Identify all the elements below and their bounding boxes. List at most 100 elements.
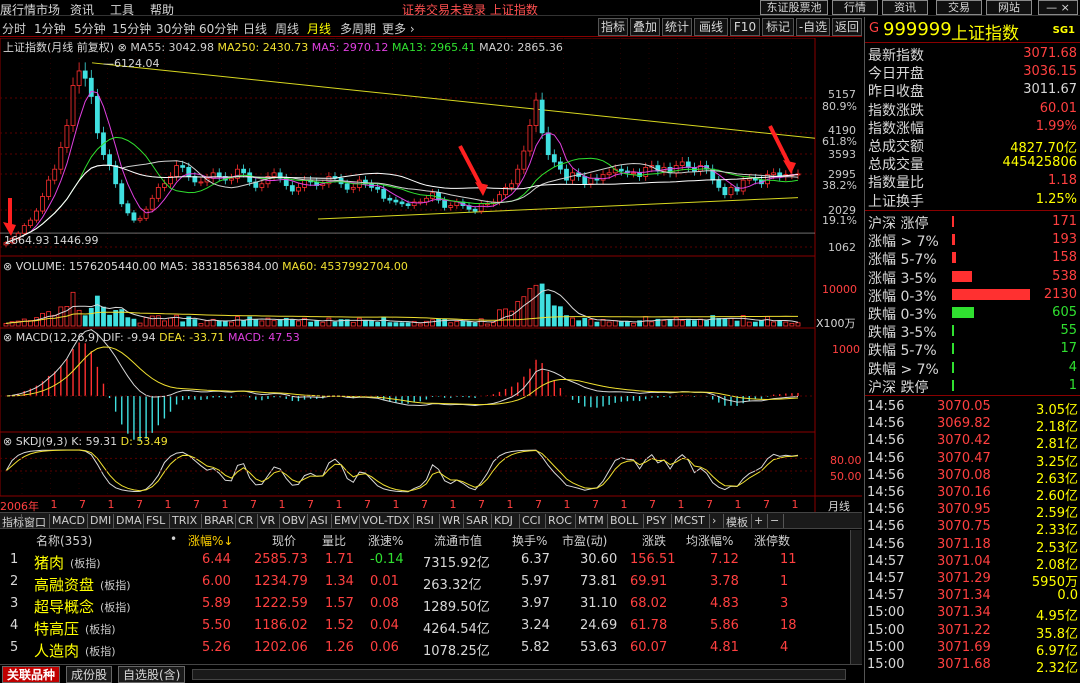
draw-line-button[interactable]: 画线	[694, 18, 728, 36]
tab-more[interactable]: 更多 ›	[382, 20, 415, 37]
indicator-tab-15[interactable]: WR	[442, 514, 461, 527]
col-volratio[interactable]: 量比	[322, 532, 346, 549]
indicator-tab-19[interactable]: ROC	[548, 514, 572, 527]
stock-pool-button[interactable]: 东证股票池	[760, 0, 828, 15]
indicator-tab-8[interactable]: CR	[238, 514, 253, 527]
indicator-tab-1[interactable]: 窗口	[24, 514, 46, 530]
high-value: 6124.04	[114, 57, 160, 70]
tab-5min[interactable]: 5分钟	[74, 20, 106, 37]
indicator-button[interactable]: 指标	[598, 18, 628, 36]
tab-watchlist[interactable]: 自选股(含)	[118, 666, 186, 683]
col-turnover[interactable]: 换手%	[512, 532, 547, 549]
tab-30min[interactable]: 30分钟	[156, 20, 195, 37]
watchlist-button[interactable]: -自选	[796, 18, 830, 36]
news-button[interactable]: 资讯	[882, 0, 928, 15]
table-row[interactable]: 1 猪肉 (板指) 6.44 2585.73 1.71 -0.14 7315.92亿 6.37 3…	[0, 550, 862, 572]
table-scrollbar[interactable]	[850, 530, 862, 664]
indicator-tab-14[interactable]: RSI	[416, 514, 434, 527]
indicator-tab-27[interactable]: −	[770, 514, 779, 527]
col-cap[interactable]: 流通市值	[434, 532, 482, 549]
mark-button[interactable]: 标记	[762, 18, 794, 36]
indicator-tab-5[interactable]: FSL	[146, 514, 165, 527]
tab-multi-period[interactable]: 多周期	[340, 20, 376, 37]
indicator-tab-23[interactable]: MCST	[674, 514, 705, 527]
candle-body	[46, 179, 52, 197]
macd-icon[interactable]: ⊗	[3, 331, 12, 344]
stats-button[interactable]: 统计	[662, 18, 692, 36]
cell-sub-wrap: (板指)	[79, 621, 116, 637]
tab-monthly[interactable]: 月线	[307, 20, 331, 37]
tab-separator	[201, 514, 202, 528]
indicator-tab-10[interactable]: OBV	[282, 514, 305, 527]
x-tick: 1	[620, 498, 628, 511]
tab-timeshare[interactable]: 分时	[2, 20, 26, 37]
col-name[interactable]: 名称(353)	[36, 532, 92, 549]
candle-body	[448, 205, 454, 208]
website-button[interactable]: 网站	[986, 0, 1032, 15]
indicator-tab-17[interactable]: KDJ	[494, 514, 513, 527]
horizontal-scrollbar[interactable]	[192, 669, 846, 680]
menu-tools[interactable]: 工具	[110, 1, 134, 18]
indicator-tab-18[interactable]: CCI	[522, 514, 541, 527]
menu-market[interactable]: 展行情市场	[0, 1, 60, 18]
skdj-icon[interactable]: ⊗	[3, 435, 12, 448]
indicator-tab-2[interactable]: MACD	[52, 514, 85, 527]
table-row[interactable]: 4 特高压 (板指) 5.50 1186.02 1.52 0.04 4264.54亿 3.24 2…	[0, 616, 862, 638]
col-limitup[interactable]: 涨停数	[754, 532, 790, 549]
overlay-button[interactable]: 叠加	[630, 18, 660, 36]
candle-body	[478, 203, 484, 212]
tab-weekly[interactable]: 周线	[275, 20, 299, 37]
col-diff[interactable]: 涨跌	[642, 532, 666, 549]
chart-options-icon[interactable]: ⊗	[118, 41, 127, 54]
indicator-tab-3[interactable]: DMI	[90, 514, 111, 527]
tab-daily[interactable]: 日线	[243, 20, 267, 37]
f10-button[interactable]: F10	[730, 18, 760, 36]
candle-body	[186, 166, 192, 177]
tab-components[interactable]: 成份股	[66, 666, 113, 683]
trade-button[interactable]: 交易	[936, 0, 982, 15]
volume-icon[interactable]: ⊗	[3, 260, 12, 273]
indicator-tab-25[interactable]: 模板	[726, 514, 748, 530]
indicator-tab-24[interactable]: ›	[712, 514, 716, 527]
volume-bar	[155, 315, 161, 327]
tab-15min[interactable]: 15分钟	[112, 20, 151, 37]
macd-legend: ⊗ MACD(12,26,9) DIF: -9.94 DEA: -33.71 M…	[3, 331, 300, 344]
menu-news[interactable]: 资讯	[70, 1, 94, 18]
cell-price: 1222.59	[254, 596, 308, 611]
tab-60min[interactable]: 60分钟	[199, 20, 238, 37]
col-avg[interactable]: 均涨幅%	[686, 532, 733, 549]
arrow-head-1	[475, 182, 488, 196]
indicator-tab-16[interactable]: SAR	[466, 514, 488, 527]
indicator-tab-22[interactable]: PSY	[646, 514, 666, 527]
tick-price: 3070.16	[937, 485, 991, 500]
menu-help[interactable]: 帮助	[150, 1, 174, 18]
tab-1min[interactable]: 1分钟	[34, 20, 66, 37]
window-controls[interactable]: — ×	[1038, 0, 1078, 15]
indicator-tab-26[interactable]: +	[754, 514, 763, 527]
tick-time: 14:57	[867, 553, 905, 569]
indicator-tab-4[interactable]: DMA	[116, 514, 142, 527]
volume-bar	[734, 320, 740, 327]
col-speed[interactable]: 涨速%	[368, 532, 403, 549]
indicator-tab-13[interactable]: VOL-TDX	[362, 514, 410, 527]
col-price[interactable]: 现价	[272, 532, 296, 549]
indicator-tab-11[interactable]: ASI	[310, 514, 328, 527]
tab-related[interactable]: 关联品种	[2, 666, 61, 683]
tab-separator	[491, 514, 492, 528]
quote-button[interactable]: 行情	[832, 0, 878, 15]
table-row[interactable]: 3 超导概念 (板指) 5.89 1222.59 1.57 0.08 1289.50亿 3.97…	[0, 594, 862, 616]
indicator-tab-9[interactable]: VR	[260, 514, 275, 527]
indicator-tab-20[interactable]: MTM	[578, 514, 604, 527]
candle-body	[618, 168, 624, 172]
indicator-tab-12[interactable]: EMV	[334, 514, 358, 527]
col-change[interactable]: 涨幅%↓	[188, 532, 233, 549]
chart-area[interactable]: 上证指数(月线 前复权) ⊗ MA55: 3042.98 MA250: 2430…	[0, 38, 862, 513]
table-row[interactable]: 5 人造肉 (板指) 5.26 1202.06 1.26 0.06 1078.25亿 5.82 5…	[0, 638, 862, 660]
table-row[interactable]: 2 高融资盘 (板指) 6.00 1234.79 1.34 0.01 263.32亿 5.97 7…	[0, 572, 862, 594]
indicator-tab-7[interactable]: BRAR	[204, 514, 234, 527]
indicator-tab-6[interactable]: TRIX	[172, 514, 197, 527]
quote-header: G 999999 上证指数 SG1	[865, 17, 1080, 44]
indicator-tab-21[interactable]: BOLL	[610, 514, 638, 527]
col-pe[interactable]: 市盈(动)	[562, 532, 607, 549]
back-button[interactable]: 返回	[832, 18, 862, 36]
